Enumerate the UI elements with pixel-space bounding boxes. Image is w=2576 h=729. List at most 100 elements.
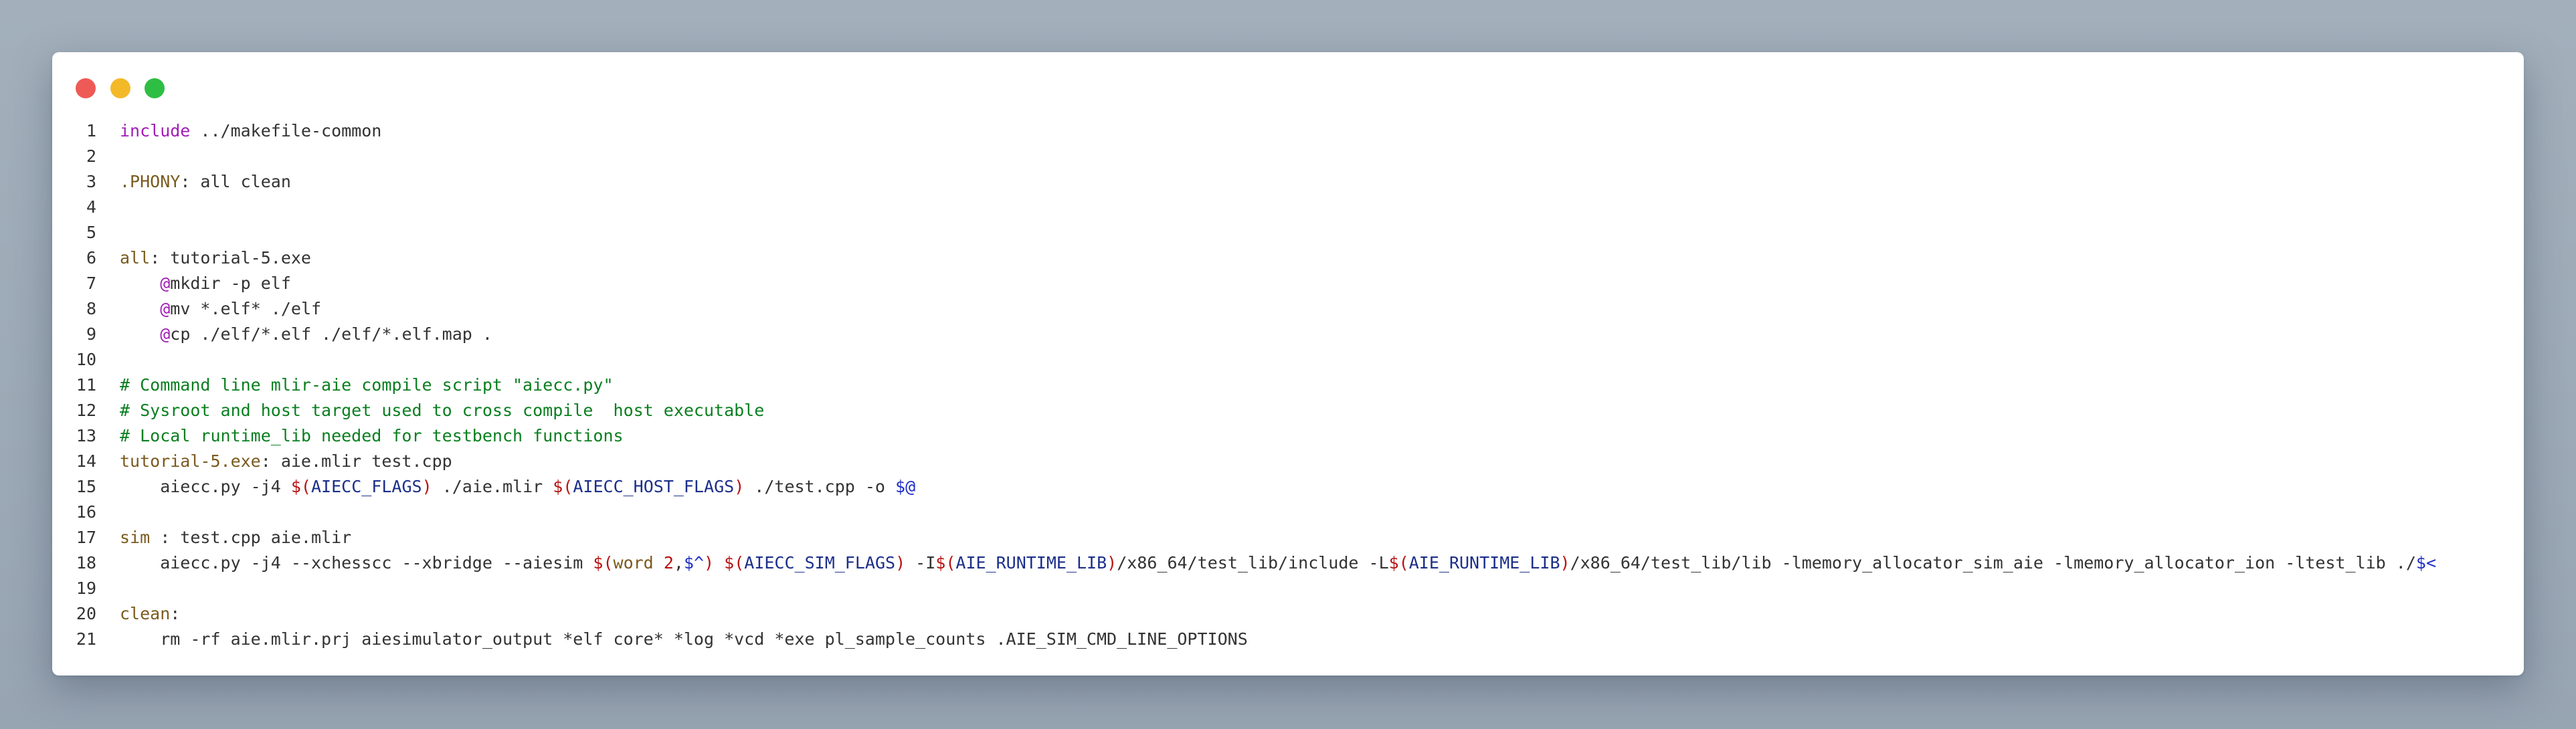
line-number: 20 [76,604,96,623]
code-token: AIECC_HOST_FLAGS [573,477,735,496]
line-content: rm -rf aie.mlir.prj aiesimulator_output … [120,627,1248,652]
code-line: 1 include ../makefile-common [52,118,2524,144]
line-number: 1 [86,121,96,140]
code-token: , [673,553,684,572]
code-token: /x86_64/test_lib/include -L [1117,553,1389,572]
code-line: 19 [52,576,2524,601]
line-number: 19 [76,579,96,598]
code-token: # Command line mlir-aie compile script "… [120,375,614,395]
code-line: 15 aiecc.py -j4 $(AIECC_FLAGS) ./aie.mli… [52,474,2524,500]
code-token: sim [120,528,151,547]
line-number: 18 [76,553,96,572]
line-content: @mv *.elf* ./elf [120,296,321,322]
code-line: 7 @mkdir -p elf [52,271,2524,296]
code-token: @ [160,324,171,344]
minimize-window-button[interactable] [110,78,130,98]
code-token: AIECC_FLAGS [310,477,422,496]
line-content: # Sysroot and host target used to cross … [120,398,764,423]
code-token: ../makefile-common [190,121,382,140]
code-token: $( [553,477,573,496]
code-line: 12 # Sysroot and host target used to cros… [52,398,2524,423]
line-number: 14 [76,451,96,471]
code-token: : [170,604,181,623]
line-number: 3 [86,172,96,191]
close-window-button[interactable] [76,78,96,98]
code-line: 17 sim : test.cpp aie.mlir [52,525,2524,550]
line-content: clean: [120,601,180,627]
line-content: .PHONY: all clean [120,169,291,195]
code-token: $< [2415,553,2436,572]
code-line: 18 aiecc.py -j4 --xchesscc --xbridge --a… [52,550,2524,576]
line-number: 10 [76,350,96,369]
line-content: aiecc.py -j4 --xchesscc --xbridge --aies… [120,550,2436,576]
code-token: 2 [663,553,674,572]
code-token: $( [724,553,745,572]
code-token: AIECC_SIM_FLAGS [744,553,896,572]
code-token: ) [704,553,715,572]
code-line: 16 [52,500,2524,525]
code-token: cp ./elf/*.elf ./elf/*.elf.map . [170,324,492,344]
line-number: 9 [86,324,96,344]
code-token: include [120,121,191,140]
code-token: : all clean [180,172,291,191]
line-number: 12 [76,401,96,420]
code-window: 1 include ../makefile-common 2 3 .PHONY: all… [52,52,2524,675]
code-token: ) [734,477,745,496]
maximize-window-button[interactable] [145,78,165,98]
line-number: 17 [76,528,96,547]
code-token: @ [160,299,171,318]
line-content: @cp ./elf/*.elf ./elf/*.elf.map . [120,322,492,347]
code-editor[interactable]: 1 include ../makefile-common 2 3 .PHONY: all… [52,118,2524,652]
line-number: 7 [86,274,96,293]
code-token: ) [1107,553,1117,572]
code-token: mv *.elf* ./elf [170,299,322,318]
code-token: tutorial-5.exe [120,451,261,471]
code-line: 4 [52,195,2524,220]
line-content: # Local runtime_lib needed for testbench… [120,423,624,449]
window-titlebar [52,52,2524,119]
line-number: 21 [76,629,96,649]
code-line: 5 [52,220,2524,245]
code-token: all [120,248,151,268]
code-token: : tutorial-5.exe [150,248,311,268]
code-token: ./test.cpp -o [744,477,896,496]
code-line: 20 clean: [52,601,2524,627]
code-token: ) [422,477,432,496]
code-token: -I [905,553,936,572]
code-line: 13 # Local runtime_lib needed for testben… [52,423,2524,449]
code-token: mkdir -p elf [170,274,291,293]
line-number: 8 [86,299,96,318]
code-token: # Sysroot and host target used to cross … [120,401,765,420]
line-number: 16 [76,502,96,522]
code-line: 6 all: tutorial-5.exe [52,245,2524,271]
code-token: # Local runtime_lib needed for testbench… [120,426,624,445]
line-content: tutorial-5.exe: aie.mlir test.cpp [120,449,452,474]
line-number: 13 [76,426,96,445]
code-line: 9 @cp ./elf/*.elf ./elf/*.elf.map . [52,322,2524,347]
code-token: /x86_64/test_lib/lib -lmemory_allocator_… [1570,553,2416,572]
code-token: ) [1560,553,1570,572]
line-content: aiecc.py -j4 $(AIECC_FLAGS) ./aie.mlir $… [120,474,915,500]
code-line: 11 # Command line mlir-aie compile script… [52,373,2524,398]
code-token: AIE_RUNTIME_LIB [955,553,1107,572]
code-token: : aie.mlir test.cpp [260,451,452,471]
code-token: aiecc.py -j4 --xchesscc --xbridge --aies… [120,553,593,572]
code-token: $^ [683,553,705,572]
code-line: 10 [52,347,2524,373]
code-token: ) [895,553,906,572]
code-token: AIE_RUNTIME_LIB [1408,553,1560,572]
line-content: # Command line mlir-aie compile script "… [120,373,614,398]
line-number: 5 [86,223,96,242]
line-content: @mkdir -p elf [120,271,291,296]
line-number: 6 [86,248,96,268]
code-token: $@ [895,477,916,496]
code-token: $( [1388,553,1409,572]
code-token: : test.cpp aie.mlir [150,528,352,547]
line-content: all: tutorial-5.exe [120,245,311,271]
line-number: 15 [76,477,96,496]
